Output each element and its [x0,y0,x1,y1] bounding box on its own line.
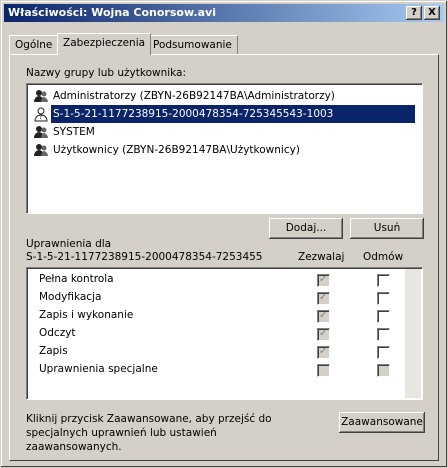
permission-row: Pełna kontrola ✓ [27,271,417,289]
list-item-label: SYSTEM [53,126,95,138]
list-item-system[interactable]: SYSTEM [31,123,415,141]
close-button[interactable]: X [424,6,440,20]
deny-checkbox[interactable] [377,274,390,287]
deny-column-header: Odmów [363,251,404,263]
advanced-hint-line1: Kliknij przycisk Zaawansowane, aby przej… [26,413,272,425]
permission-row: Modyfikacja ✓ [27,289,417,307]
tab-general[interactable]: Ogólne [9,35,59,54]
security-panel: Nazwy grupy lub użytkownika: Administrat… [9,54,439,461]
deny-checkbox[interactable] [377,328,390,341]
svg-text:?: ? [39,113,43,121]
permission-name: Odczyt [39,327,76,339]
permission-row: Zapis i wykonanie ✓ [27,307,417,325]
allow-checkbox[interactable]: ✓ [317,274,330,287]
tab-summary[interactable]: Podsumowanie [147,35,238,54]
deny-checkbox[interactable] [377,292,390,305]
window-title: Właściwości: Wojna Conorsow.avi [8,6,216,19]
scrollbar[interactable] [405,269,421,398]
advanced-button[interactable]: Zaawansowane [339,412,425,433]
list-item-administrators[interactable]: Administratorzy (ZBYN-26B92147BA\Adminis… [31,87,415,105]
permission-name: Uprawnienia specjalne [39,363,158,375]
unknown-user-icon: ? [34,107,48,122]
permission-name: Pełna kontrola [39,273,114,285]
check-icon: ✓ [319,274,328,285]
check-icon: ✓ [319,328,328,339]
permission-name: Zapis [39,345,68,357]
allow-checkbox[interactable]: ✓ [317,328,330,341]
users-group-icon [34,90,48,102]
permission-row: Uprawnienia specjalne [27,361,417,379]
list-item-users[interactable]: Użytkownicy (ZBYN-26B92147BA\Użytkownicy… [31,141,415,159]
deny-checkbox[interactable] [377,310,390,323]
allow-checkbox[interactable]: ✓ [317,310,330,323]
remove-button[interactable]: Usuń [350,218,424,239]
deny-checkbox[interactable] [377,346,390,359]
permissions-principal-label: S-1-5-21-1177238915-2000478354-725345543… [26,251,262,263]
users-group-icon [34,144,48,156]
properties-dialog: Właściwości: Wojna Conorsow.avi ? X Ogól… [0,0,448,468]
permission-row: Zapis ✓ [27,343,417,361]
allow-checkbox[interactable]: ✓ [317,292,330,305]
permissions-for-label: Uprawnienia dla [26,238,112,250]
groups-listbox[interactable]: Administratorzy (ZBYN-26B92147BA\Adminis… [26,83,423,214]
advanced-hint-line2: specjalnych uprawnień lub ustawień [26,427,217,439]
list-item-label: Użytkownicy (ZBYN-26B92147BA\Użytkownicy… [53,144,300,156]
add-button[interactable]: Dodaj... [269,218,343,239]
permissions-list: Pełna kontrola ✓ Modyfikacja ✓ Zapis i w… [26,267,423,400]
allow-column-header: Zezwalaj [298,251,345,263]
check-icon: ✓ [319,310,328,321]
list-item-label: Administratorzy (ZBYN-26B92147BA\Adminis… [53,90,335,102]
title-bar: Właściwości: Wojna Conorsow.avi ? X [4,4,444,22]
list-item-label: S-1-5-21-1177238915-2000478354-725345543… [51,105,415,123]
advanced-hint-line3: zaawansowanych. [26,441,122,453]
allow-checkbox[interactable] [317,364,330,377]
check-icon: ✓ [319,346,328,357]
list-item-sid[interactable]: ? S-1-5-21-1177238915-2000478354-7253455… [31,105,415,123]
check-icon: ✓ [319,292,328,303]
deny-checkbox[interactable] [377,364,390,377]
permission-row: Odczyt ✓ [27,325,417,343]
permission-name: Modyfikacja [39,291,102,303]
users-group-icon [34,126,48,138]
allow-checkbox[interactable]: ✓ [317,346,330,359]
help-button[interactable]: ? [406,6,422,20]
tab-security[interactable]: Zabezpieczenia [57,33,152,55]
groups-label: Nazwy grupy lub użytkownika: [26,67,187,79]
permission-name: Zapis i wykonanie [39,309,134,321]
